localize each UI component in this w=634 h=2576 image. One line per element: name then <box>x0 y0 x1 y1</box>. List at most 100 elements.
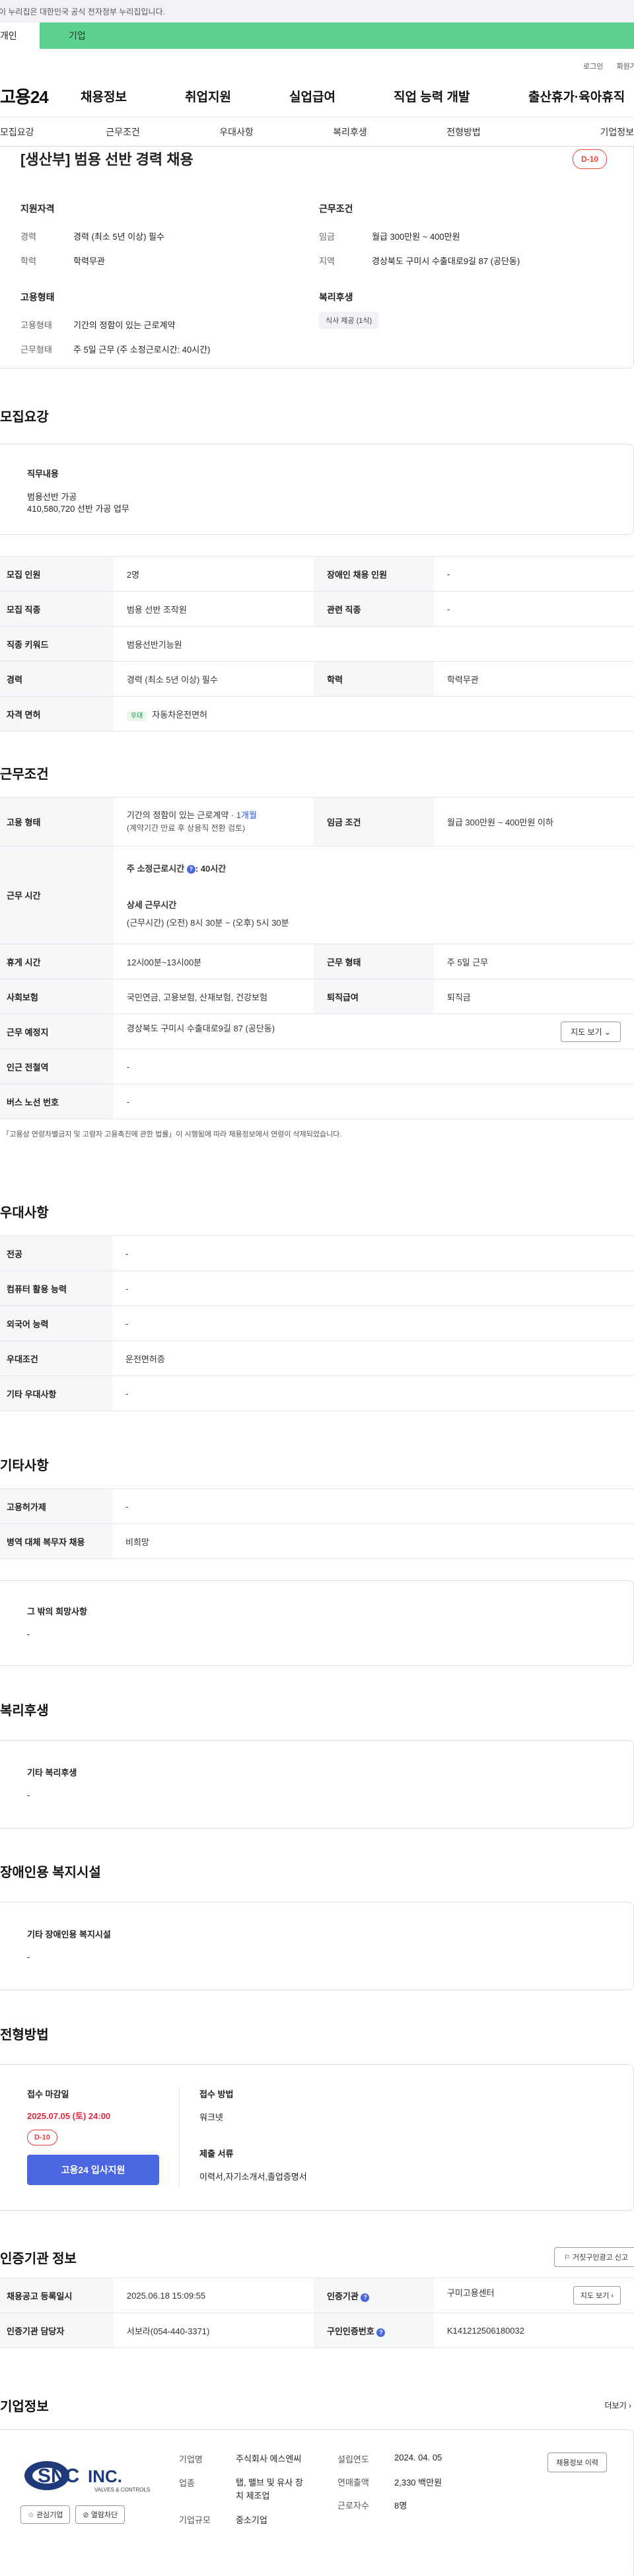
table-header-cell: 고용 형태 <box>0 797 114 847</box>
company-header: 기업정보 더보기 › <box>0 2396 634 2415</box>
table-cell: - <box>112 1236 634 1271</box>
chevron-down-icon: ⌄ <box>604 1027 611 1037</box>
table-cell: 범용선반기능원 <box>113 626 634 662</box>
table-cell: 서보라(054-440-3371) <box>113 2313 314 2348</box>
tab-selection[interactable]: 전형방법 <box>407 125 520 139</box>
table-header-cell: 장애인 채용 인원 <box>314 556 434 592</box>
table-row: 기타 우대사항 - <box>0 1375 634 1411</box>
tab-company[interactable]: 기업 <box>40 22 634 49</box>
report-button[interactable]: ⚐ 거짓구인광고 신고 <box>554 2247 634 2267</box>
summary-row: 학력 학력무관 <box>20 254 319 267</box>
table-header-cell: 근무 예정지 <box>0 1014 114 1049</box>
map-button[interactable]: 지도 보기 ⌄ <box>561 1021 621 1042</box>
table-cell: 국민연금, 고용보험, 산재보험, 건강보험 <box>113 979 314 1014</box>
table-row: 모집 인원 2명 장애인 채용 인원 - <box>0 556 634 592</box>
kv-value: 주 5일 근무 (주 소정근로시간: 40시간) <box>73 345 211 355</box>
detail-hours: (근무시간) (오전) 8시 30분 ~ (오후) 5시 30분 <box>126 918 289 928</box>
table-header-cell: 근무 형태 <box>314 944 434 979</box>
table-row: 인증기관 담당자 서보라(054-440-3371) 구인인증번호 ? K141… <box>0 2313 634 2348</box>
info-value: 중소기업 <box>236 2515 267 2525</box>
site-logo[interactable]: 고용24 <box>0 84 81 108</box>
gnb-parental-leave[interactable]: 출산휴가·육아휴직 <box>528 87 625 105</box>
benefits-value: - <box>27 1790 30 1800</box>
more-link-label: 더보기 <box>604 2401 627 2410</box>
gnb-training[interactable]: 직업 능력 개발 <box>394 87 528 105</box>
info-row: 연매출액 2,330 백만원 <box>337 2476 496 2488</box>
table-row: 고용허가제 - <box>0 1488 634 1524</box>
disability-section: 장애인용 복지시설 기타 장애인용 복지시설 - <box>0 1862 634 1990</box>
agency-map-button[interactable]: 지도 보기 › <box>573 2286 621 2305</box>
work-condition-block: 근무조건 임금 월급 300만원 ~ 400만원 지역 경상북도 구미시 수출대로9… <box>319 202 610 279</box>
tab-personal[interactable]: 개인 <box>0 22 40 49</box>
summary-grid: 지원자격 경력 경력 (최소 5년 이상) 필수 학력 학력무관 근무조건 임금 월급… <box>20 202 607 367</box>
agency-map-label: 지도 보기 <box>580 2292 610 2300</box>
table-cell: 월급 300만원 ~ 400만원 이하 <box>433 797 634 847</box>
favorite-button[interactable]: ☆ 관심기업 <box>20 2505 71 2524</box>
table-header-cell: 기타 우대사항 <box>0 1375 112 1411</box>
info-key: 기업규모 <box>179 2515 211 2525</box>
report-button-label: 거짓구인광고 신고 <box>572 2254 628 2262</box>
table-header-cell: 직종 키워드 <box>0 626 114 662</box>
table-header-cell: 버스 노선 번호 <box>0 1084 114 1119</box>
table-row: 전공 - <box>0 1236 634 1271</box>
table-cell: 운전면허증 <box>112 1340 634 1376</box>
favorite-label: 관심기업 <box>36 2511 63 2519</box>
other-section: 기타사항 고용허가제 - 병역 대체 복무자 채용 비희망 그 밖의 희망사항 - <box>0 1455 634 1666</box>
table-cell: 기간의 정함이 있는 근로계약 · 1개월 (계약기간 만료 후 상용직 전환 … <box>113 797 314 847</box>
agency-value: 구미고용센터 <box>446 2288 495 2298</box>
method-value: 워크넷 <box>199 2112 223 2122</box>
kv-key: 임금 <box>319 232 335 242</box>
table-header-cell: 경력 <box>0 661 114 697</box>
detail-hours-label: 상세 근무시간 <box>126 900 177 910</box>
block-label: 열람차단 <box>90 2511 118 2519</box>
table-header-cell: 퇴직급여 <box>314 979 434 1014</box>
table-row: 근무 시간 주 소정근로시간 ?: 40시간 상세 근무시간 (근무시간) (오… <box>0 846 634 944</box>
qualification-block: 지원자격 경력 경력 (최소 5년 이상) 필수 학력 학력무관 <box>20 202 319 279</box>
info-icon[interactable]: ? <box>376 2328 386 2337</box>
info-icon[interactable]: ? <box>361 2293 370 2302</box>
info-row: 기업규모 중소기업 <box>179 2513 337 2526</box>
welfare-block: 복리후생 식사 제공 (1식) <box>319 291 610 367</box>
more-link[interactable]: 더보기 › <box>605 2400 631 2411</box>
tab-recruit[interactable]: 모집요강 <box>0 125 66 139</box>
tab-preferences[interactable]: 우대사항 <box>180 125 293 139</box>
table-header-cell: 관련 직종 <box>314 591 434 627</box>
welfare-chip: 식사 제공 (1식) <box>319 312 379 329</box>
job-title: [생산부] 범용 선반 경력 채용 <box>20 151 194 168</box>
recruit-section: 모집요강 직무내용 범용선반 가공 410,580,720 선반 가공 업무 모… <box>0 406 634 732</box>
gnb-jobs[interactable]: 채용정보 <box>81 87 185 105</box>
table-cell: 주 5일 근무 <box>433 944 634 979</box>
apply-button[interactable]: 고용24 입사지원 <box>27 2155 159 2185</box>
report-icon: ⚐ <box>564 2254 571 2262</box>
info-icon[interactable]: ? <box>186 865 195 874</box>
table-cell: 2명 <box>113 556 314 592</box>
table-cell: - <box>112 1375 634 1411</box>
gnb-menu: 채용정보 취업지원 실업급여 직업 능력 개발 출산휴가·육아휴직 <box>81 87 625 105</box>
qualification-heading: 지원자격 <box>20 203 55 214</box>
history-button[interactable]: 채용정보 이력 <box>547 2453 607 2472</box>
login-link[interactable]: 로그인 <box>583 61 603 75</box>
table-cell: - <box>113 1049 634 1084</box>
conditions-section: 근무조건 고용 형태 기간의 정함이 있는 근로계약 · 1개월 (계약기간 만… <box>0 763 634 1139</box>
welfare-heading: 복리후생 <box>319 292 353 302</box>
tab-company-info[interactable]: 기업정보 <box>520 125 634 139</box>
signup-link[interactable]: 회원가입 <box>617 61 634 75</box>
block-button[interactable]: ⊘ 열람차단 <box>75 2505 125 2524</box>
benefits-section: 복리후생 기타 복리후생 - <box>0 1700 634 1828</box>
agency-heading: 인증기관 정보 <box>0 2251 77 2266</box>
tab-conditions[interactable]: 근무조건 <box>66 125 180 139</box>
recruit-heading: 모집요강 <box>0 410 49 425</box>
table-row: 버스 노선 번호 - <box>0 1084 634 1119</box>
docs-label: 제출 서류 <box>199 2149 234 2159</box>
kv-key: 지역 <box>319 256 335 266</box>
tab-benefits[interactable]: 복리후생 <box>293 125 407 139</box>
employment-type-heading: 고용형태 <box>20 292 55 302</box>
info-key: 업종 <box>179 2478 195 2488</box>
table-header-cell: 근무 시간 <box>0 846 114 944</box>
company-card: SNC INC. VALVES & CONTROLS ☆ 관심기업 ⊘ 열람차단… <box>0 2429 634 2576</box>
disability-card: 기타 장애인용 복지시설 - <box>0 1902 634 1990</box>
util-links: 로그인 회원가입 <box>0 49 634 75</box>
gnb-unemployment-benefit[interactable]: 실업급여 <box>289 87 394 105</box>
gnb-employment-support[interactable]: 취업지원 <box>185 87 289 105</box>
table-cell: 경력 (최소 5년 이상) 필수 <box>113 661 314 697</box>
